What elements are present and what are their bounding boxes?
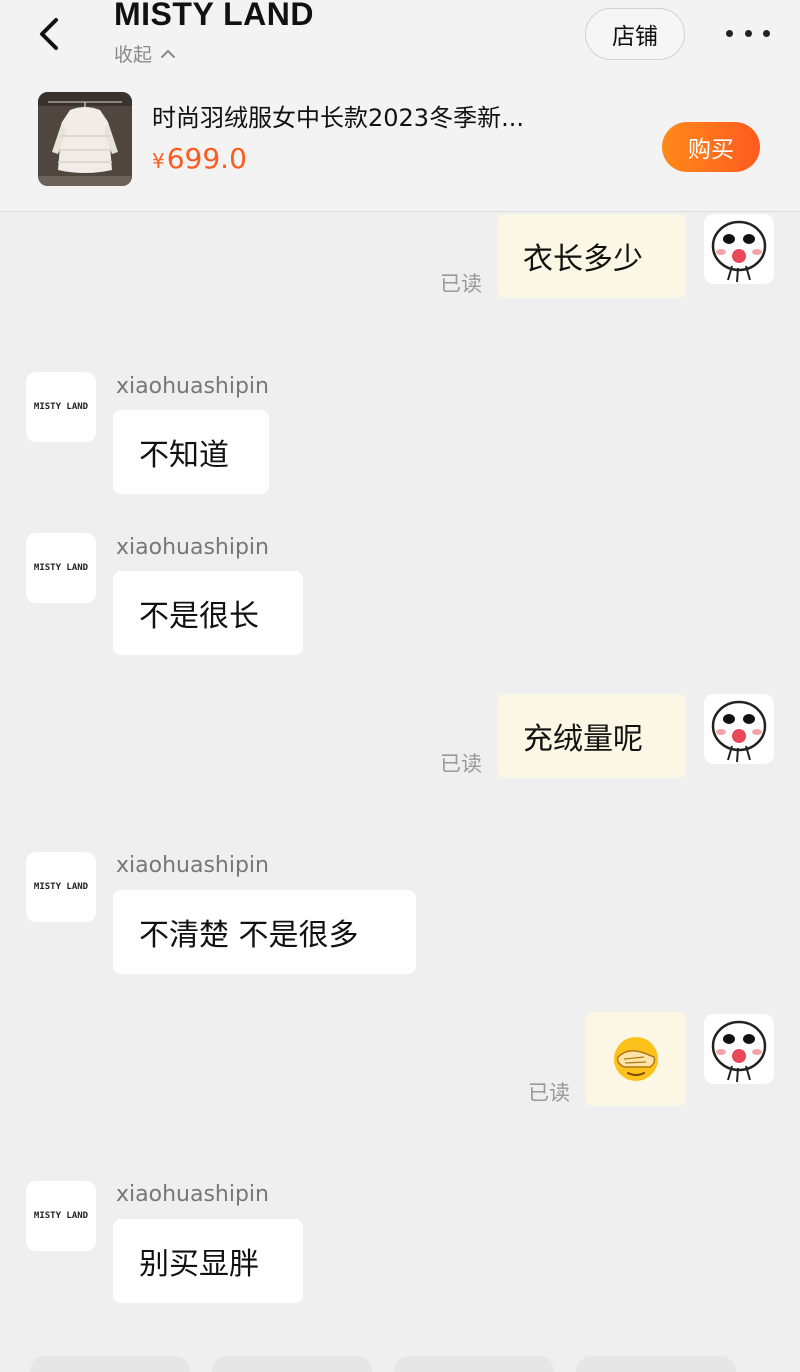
incoming-message-bubble[interactable]: 不知道 (113, 410, 269, 494)
chevron-left-icon (40, 18, 58, 50)
shop-avatar-logo: MISTY LAND (33, 402, 89, 412)
sender-name: xiaohuashipin (116, 374, 269, 399)
back-button[interactable] (30, 12, 70, 56)
incoming-message-bubble[interactable]: 不是很长 (113, 571, 303, 655)
incoming-message-bubble[interactable]: 不清楚 不是很多 (113, 890, 416, 974)
shop-avatar-logo: MISTY LAND (33, 1211, 89, 1221)
dot-icon (763, 29, 770, 37)
chevron-up-icon (161, 49, 176, 58)
down-jacket-image (38, 92, 132, 186)
shop-button[interactable]: 店铺 (585, 8, 685, 60)
cartoon-face-avatar-icon (704, 214, 774, 284)
chat-header: MISTY LAND 收起 店铺 时尚羽绒服女中长款2023冬季新... ¥ 6… (0, 0, 800, 212)
product-title[interactable]: 时尚羽绒服女中长款2023冬季新... (152, 98, 612, 133)
read-receipt: 已读 (528, 1081, 570, 1105)
dot-icon (744, 29, 752, 37)
user-avatar[interactable] (704, 214, 774, 284)
quick-reply-chip[interactable] (30, 1356, 190, 1372)
sender-name: xiaohuashipin (116, 1182, 269, 1207)
shop-avatar-logo: MISTY LAND (33, 563, 89, 573)
sender-name: xiaohuashipin (116, 535, 269, 560)
shop-avatar[interactable]: MISTY LAND (26, 852, 96, 922)
facepalm-emoji-icon (613, 1037, 658, 1081)
price-value: 699.0 (166, 142, 247, 175)
collapse-toggle[interactable]: 收起 (114, 40, 176, 67)
user-avatar[interactable] (704, 1014, 774, 1084)
message-text: 别买显胖 (139, 1247, 259, 1282)
user-avatar[interactable] (704, 694, 774, 764)
message-text: 不知道 (139, 438, 229, 473)
product-price: ¥ 699.0 (152, 142, 247, 175)
store-name: MISTY LAND (114, 0, 314, 32)
quick-reply-chip[interactable] (394, 1356, 554, 1372)
cartoon-face-avatar-icon (704, 694, 774, 764)
quick-reply-bar (0, 1356, 800, 1372)
read-receipt: 已读 (440, 752, 482, 776)
quick-reply-chip[interactable] (212, 1356, 372, 1372)
outgoing-message-bubble[interactable]: 衣长多少 (497, 214, 686, 298)
message-text: 不是很长 (139, 599, 259, 634)
cartoon-face-avatar-icon (704, 1014, 774, 1084)
buy-button[interactable]: 购买 (662, 122, 760, 172)
message-text: 不清楚 不是很多 (139, 918, 359, 953)
currency-symbol: ¥ (152, 149, 165, 173)
outgoing-emoji-bubble[interactable] (585, 1012, 686, 1106)
shop-avatar[interactable]: MISTY LAND (26, 533, 96, 603)
message-text: 充绒量呢 (523, 722, 643, 757)
collapse-label: 收起 (114, 44, 153, 66)
message-text: 衣长多少 (523, 242, 643, 277)
quick-reply-chip[interactable] (576, 1356, 736, 1372)
more-options-button[interactable] (726, 20, 770, 46)
incoming-message-bubble[interactable]: 别买显胖 (113, 1219, 303, 1303)
outgoing-message-bubble[interactable]: 充绒量呢 (497, 694, 686, 778)
read-receipt: 已读 (440, 272, 482, 296)
shop-avatar[interactable]: MISTY LAND (26, 1181, 96, 1251)
dot-icon (726, 29, 733, 37)
sender-name: xiaohuashipin (116, 853, 269, 878)
shop-avatar-logo: MISTY LAND (33, 882, 89, 892)
shop-avatar[interactable]: MISTY LAND (26, 372, 96, 442)
product-thumbnail[interactable] (38, 92, 132, 186)
